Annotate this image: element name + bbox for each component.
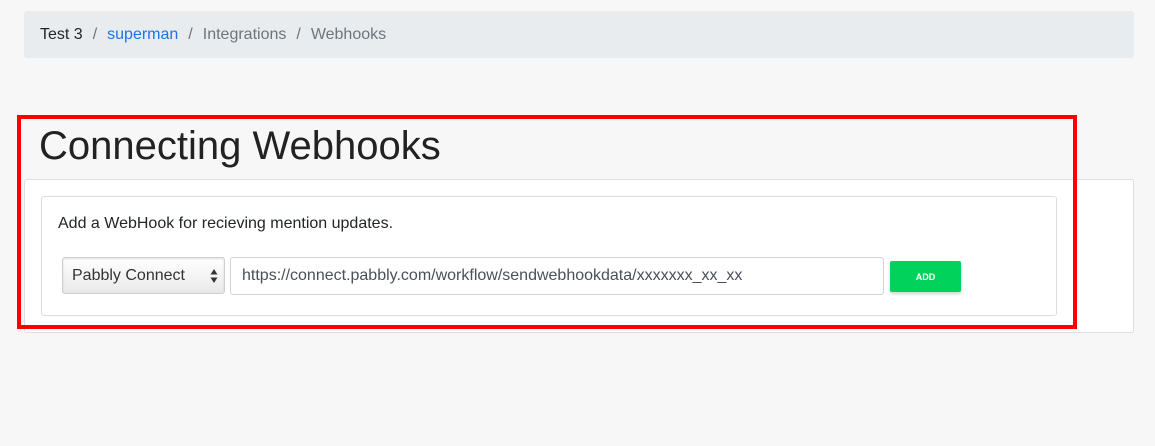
integration-select-value: Pabbly Connect: [72, 266, 185, 284]
webhook-url-input[interactable]: [230, 257, 884, 295]
page-title: Connecting Webhooks: [39, 124, 441, 168]
breadcrumb-item-test3[interactable]: Test 3: [40, 26, 83, 44]
breadcrumb: Test 3 / superman / Integrations / Webho…: [24, 11, 1134, 58]
integration-select[interactable]: Pabbly Connect: [62, 257, 225, 294]
add-webhook-button[interactable]: ADD: [890, 261, 961, 292]
breadcrumb-item-webhooks: Webhooks: [310, 25, 387, 43]
select-arrows-icon: [210, 269, 218, 283]
webhook-form-card: [41, 196, 1057, 316]
breadcrumb-separator: /: [296, 25, 301, 43]
breadcrumb-separator: /: [188, 25, 193, 43]
breadcrumb-item-integrations[interactable]: Integrations: [203, 26, 287, 44]
webhook-description: Add a WebHook for recieving mention upda…: [58, 215, 394, 232]
breadcrumb-separator: /: [92, 25, 98, 43]
breadcrumb-item-superman[interactable]: superman: [107, 26, 178, 44]
